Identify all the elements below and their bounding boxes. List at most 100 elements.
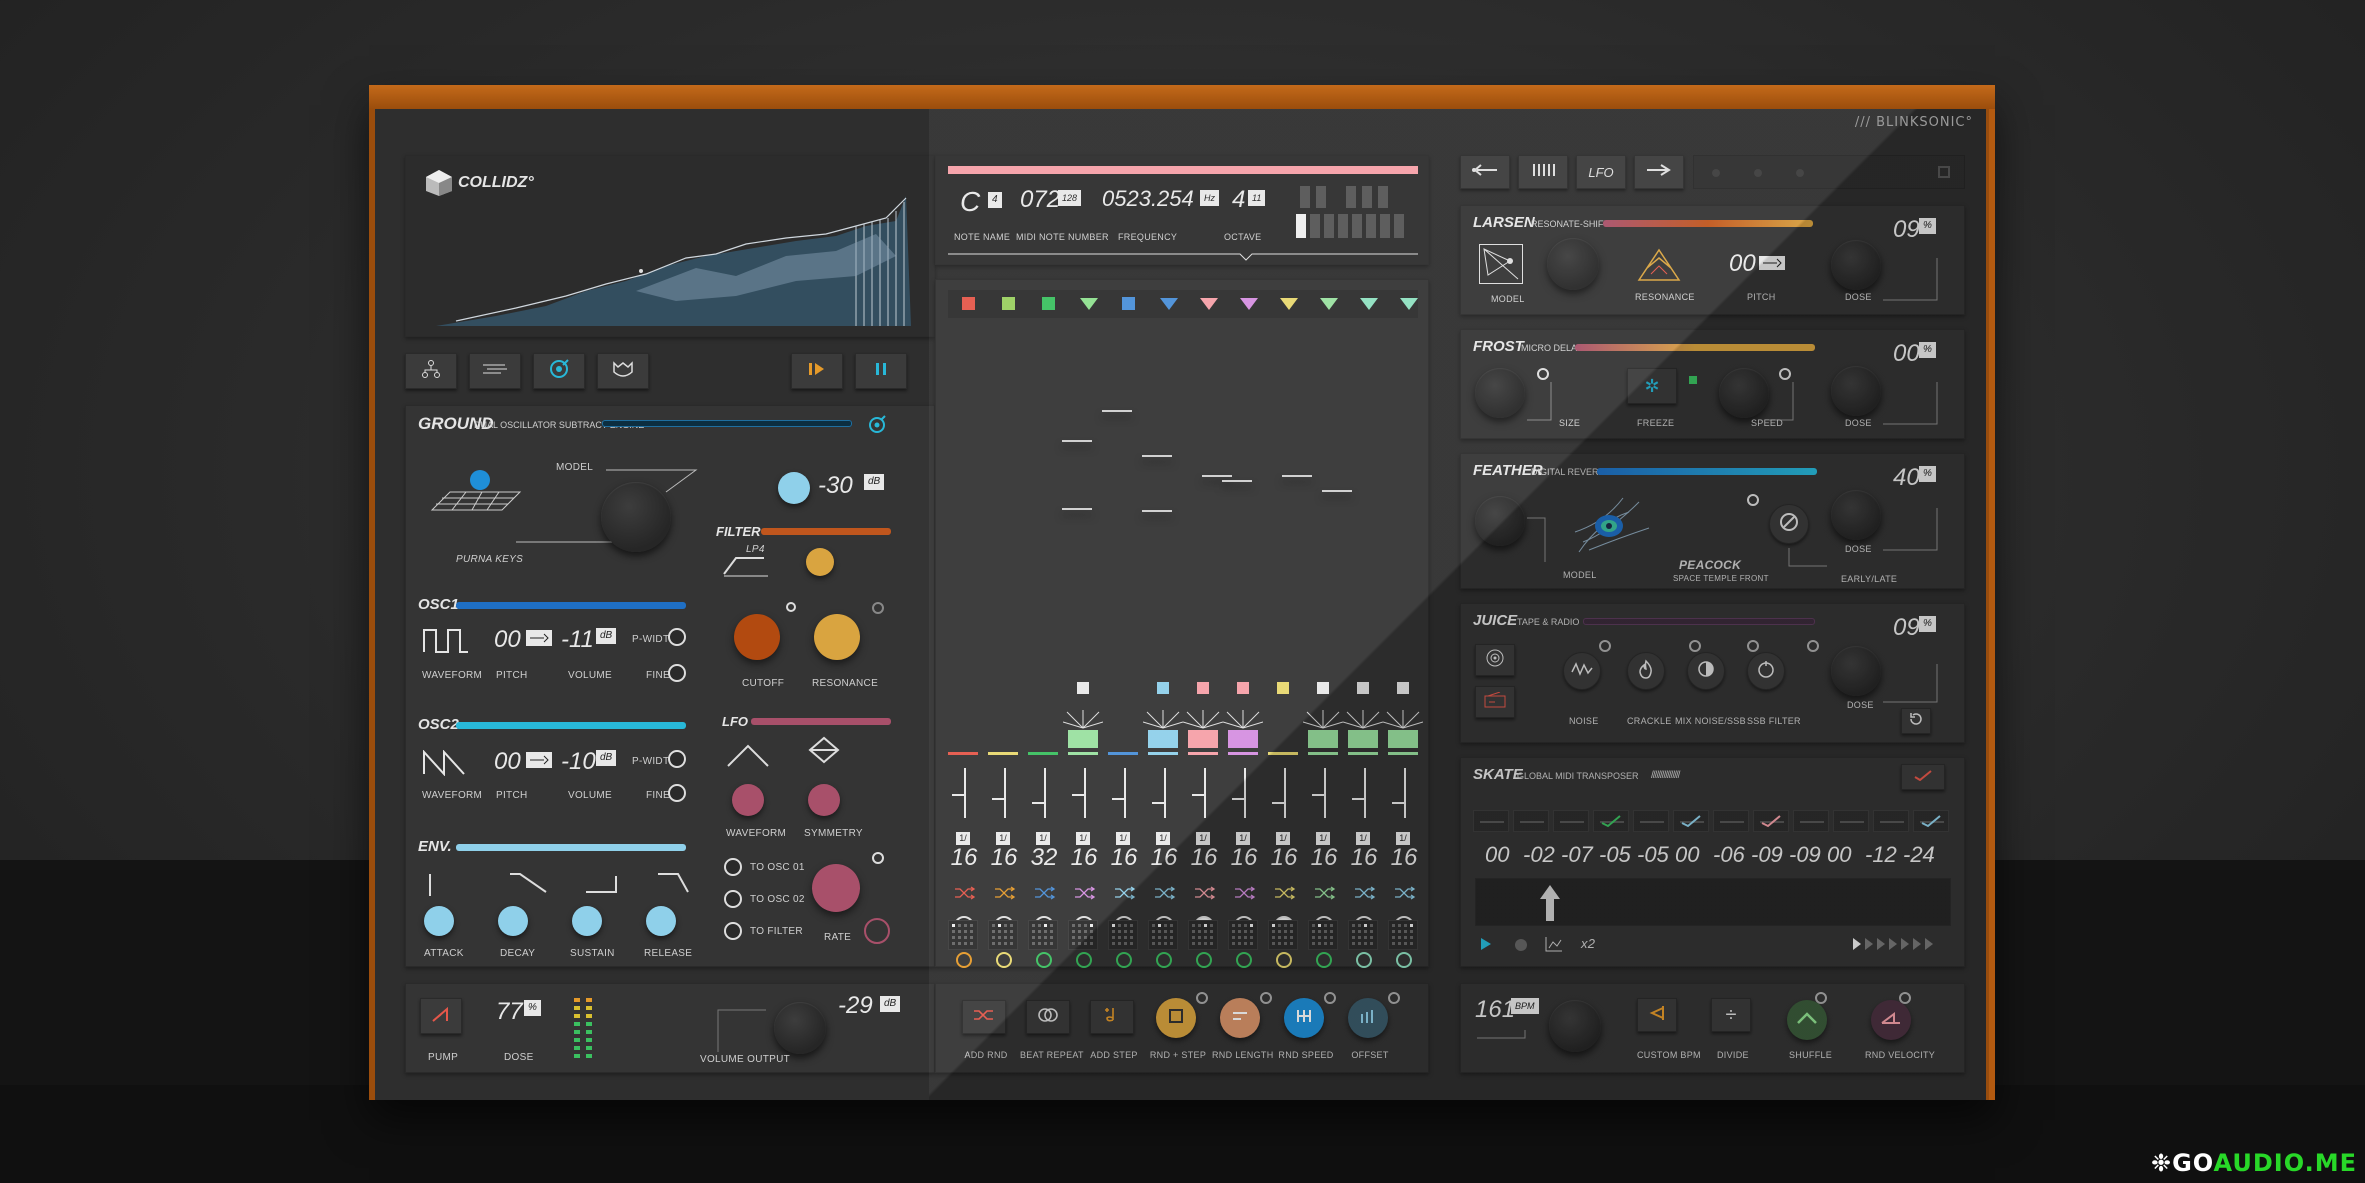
step-type-triangle[interactable]: [1200, 298, 1218, 310]
feather-model-knob[interactable]: [1475, 496, 1525, 546]
decay-knob[interactable]: [498, 906, 528, 936]
frost-dose-knob[interactable]: [1831, 366, 1881, 416]
filter-small-knob[interactable]: [806, 548, 834, 576]
transpose-step-toggle[interactable]: [1713, 810, 1749, 832]
step-type-triangle[interactable]: [1080, 298, 1098, 310]
tape-button[interactable]: [1475, 644, 1515, 676]
step-pattern-grid[interactable]: [1308, 920, 1338, 950]
step-ratchet-icon[interactable]: [1036, 952, 1052, 968]
transpose-value[interactable]: -05: [1599, 842, 1631, 868]
release-knob[interactable]: [646, 906, 676, 936]
rnd-velocity-button[interactable]: [1871, 1000, 1911, 1040]
step-gate-slider[interactable]: [1204, 768, 1206, 818]
skate-graph-icon[interactable]: [1545, 936, 1563, 952]
osc1-fine-knob[interactable]: [668, 664, 686, 682]
larsen-dose-value[interactable]: 09: [1893, 216, 1920, 244]
add-step-button[interactable]: [1090, 1000, 1134, 1034]
lfo-button[interactable]: LFO: [1576, 155, 1626, 189]
step-ratchet-icon[interactable]: [1356, 952, 1372, 968]
step-gate-slider[interactable]: [1004, 768, 1006, 818]
step-shuffle-icon[interactable]: [1394, 886, 1416, 900]
early-late-button[interactable]: [1769, 504, 1809, 544]
sustain-knob[interactable]: [572, 906, 602, 936]
play-step-button[interactable]: [791, 353, 843, 389]
osc1-pitch-value[interactable]: 00: [494, 626, 521, 654]
lfo-sync-button[interactable]: [864, 918, 890, 944]
step-velocity-square[interactable]: [1397, 682, 1409, 694]
step-ratchet-icon[interactable]: [1196, 952, 1212, 968]
beat-repeat-button[interactable]: [1026, 1000, 1070, 1034]
step-pitch-marker[interactable]: [1102, 410, 1132, 412]
larsen-model-icon[interactable]: [1479, 244, 1523, 284]
transpose-value[interactable]: -12: [1865, 842, 1897, 868]
step-pattern-grid[interactable]: [1228, 920, 1258, 950]
step-shuffle-icon[interactable]: [1154, 886, 1176, 900]
model-knob[interactable]: [601, 482, 671, 552]
midi-note-value[interactable]: 072: [1020, 186, 1060, 214]
step-shuffle-icon[interactable]: [994, 886, 1016, 900]
transpose-step-toggle[interactable]: [1753, 810, 1789, 832]
keys-button[interactable]: [1518, 155, 1568, 189]
step-pitch-marker[interactable]: [1222, 480, 1252, 482]
step-pattern-grid[interactable]: [1188, 920, 1218, 950]
step-active-block[interactable]: [1188, 730, 1218, 748]
step-division-value[interactable]: 16: [1188, 844, 1220, 872]
custom-bpm-button[interactable]: [1637, 998, 1677, 1032]
attack-knob[interactable]: [424, 906, 454, 936]
transpose-step-toggle[interactable]: [1793, 810, 1829, 832]
step-pitch-marker[interactable]: [1322, 490, 1352, 492]
larsen-model-knob[interactable]: [1547, 238, 1599, 290]
transpose-value[interactable]: -06: [1713, 842, 1745, 868]
skate-multiplier[interactable]: x2: [1581, 936, 1595, 951]
preset-dot[interactable]: [1796, 169, 1804, 177]
step-type-square[interactable]: [962, 297, 975, 310]
divide-button[interactable]: ÷: [1711, 998, 1751, 1032]
transpose-step-toggle[interactable]: [1473, 810, 1509, 832]
step-division-value[interactable]: 32: [1028, 844, 1060, 872]
skate-enable-button[interactable]: [1901, 764, 1945, 790]
step-division-value[interactable]: 16: [1068, 844, 1100, 872]
transpose-step-toggle[interactable]: [1873, 810, 1909, 832]
step-pitch-marker[interactable]: [1202, 475, 1232, 477]
transpose-step-toggle[interactable]: [1553, 810, 1589, 832]
routing-button[interactable]: [405, 353, 457, 389]
bpm-knob[interactable]: [1549, 1000, 1601, 1052]
to-filter-knob[interactable]: [724, 922, 742, 940]
skate-drop-zone[interactable]: [1475, 878, 1951, 926]
step-division-value[interactable]: 16: [1308, 844, 1340, 872]
transpose-value[interactable]: -24: [1903, 842, 1935, 868]
bpm-value[interactable]: 161: [1475, 996, 1515, 1024]
lfo-symmetry-knob[interactable]: [808, 784, 840, 816]
step-type-triangle[interactable]: [1320, 298, 1338, 310]
step-gate-handle[interactable]: [992, 798, 1004, 800]
step-ratchet-icon[interactable]: [1076, 952, 1092, 968]
step-gate-handle[interactable]: [1392, 802, 1404, 804]
noise-button[interactable]: [1563, 652, 1601, 690]
step-gate-slider[interactable]: [1244, 768, 1246, 818]
frost-speed-knob[interactable]: [1719, 368, 1769, 418]
step-velocity-square[interactable]: [1237, 682, 1249, 694]
step-shuffle-icon[interactable]: [1234, 886, 1256, 900]
step-pattern-grid[interactable]: [948, 920, 978, 950]
step-ratchet-icon[interactable]: [1316, 952, 1332, 968]
transpose-step-toggle[interactable]: [1913, 810, 1949, 832]
step-type-triangle[interactable]: [1240, 298, 1258, 310]
rnd-step-button[interactable]: [1156, 998, 1196, 1038]
step-gate-handle[interactable]: [1032, 802, 1044, 804]
step-type-triangle[interactable]: [1400, 298, 1418, 310]
transpose-value[interactable]: -05: [1637, 842, 1669, 868]
feather-dose-value[interactable]: 40: [1893, 464, 1920, 492]
step-active-block[interactable]: [1308, 730, 1338, 748]
step-pitch-marker[interactable]: [1062, 440, 1092, 442]
step-velocity-square[interactable]: [1357, 682, 1369, 694]
pause-button[interactable]: [855, 353, 907, 389]
step-pattern-grid[interactable]: [1068, 920, 1098, 950]
step-division-value[interactable]: 16: [1348, 844, 1380, 872]
step-gate-handle[interactable]: [1072, 794, 1084, 796]
step-active-block[interactable]: [1388, 730, 1418, 748]
feather-dose-knob[interactable]: [1831, 490, 1881, 540]
juice-dose-value[interactable]: 09: [1893, 614, 1920, 642]
crackle-button[interactable]: [1627, 652, 1665, 690]
juice-reset-button[interactable]: [1901, 708, 1931, 734]
step-pattern-grid[interactable]: [1028, 920, 1058, 950]
